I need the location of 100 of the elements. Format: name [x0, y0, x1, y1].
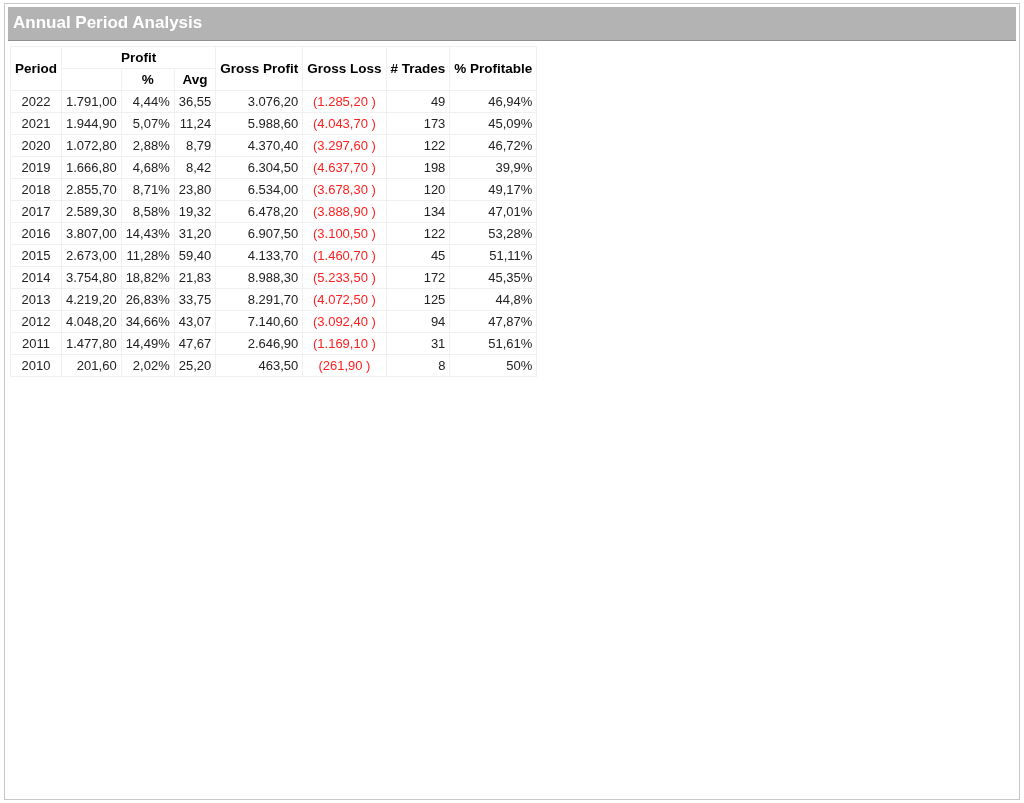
table-cell: 2018: [10, 178, 62, 201]
table-cell: 14,49%: [121, 332, 175, 355]
table-cell: 2.589,30: [61, 200, 122, 223]
table-cell: 31,20: [174, 222, 216, 245]
table-cell: 2014: [10, 266, 62, 289]
table-cell: 1.791,00: [61, 90, 122, 113]
table-cell: (1.285,20 ): [302, 90, 387, 113]
table-cell: 6.534,00: [215, 178, 303, 201]
table-cell: (5.233,50 ): [302, 266, 387, 289]
column-header: # Trades: [386, 46, 450, 91]
table-cell: 43,07: [174, 310, 216, 333]
table-cell: 2.673,00: [61, 244, 122, 267]
table-cell: 4.048,20: [61, 310, 122, 333]
table-cell: 8: [386, 354, 450, 377]
table-cell: 53,28%: [449, 222, 537, 245]
table-cell: 5.988,60: [215, 112, 303, 135]
table-cell: 8,58%: [121, 200, 175, 223]
table-cell: 46,94%: [449, 90, 537, 113]
table-cell: 8,42: [174, 156, 216, 179]
table-cell: 18,82%: [121, 266, 175, 289]
table-cell: 463,50: [215, 354, 303, 377]
table-cell: 122: [386, 134, 450, 157]
table-cell: 14,43%: [121, 222, 175, 245]
table-cell: 2.646,90: [215, 332, 303, 355]
table-cell: 47,87%: [449, 310, 537, 333]
table-cell: 11,28%: [121, 244, 175, 267]
table-cell: 46,72%: [449, 134, 537, 157]
table-cell: 172: [386, 266, 450, 289]
table-cell: 2012: [10, 310, 62, 333]
table-cell: 45: [386, 244, 450, 267]
table-cell: 173: [386, 112, 450, 135]
table-cell: 2017: [10, 200, 62, 223]
column-header: Gross Profit: [215, 46, 303, 91]
table-cell: 5,07%: [121, 112, 175, 135]
table-cell: 7.140,60: [215, 310, 303, 333]
table-cell: 198: [386, 156, 450, 179]
panel-title: Annual Period Analysis: [8, 7, 1016, 41]
column-header: %: [121, 68, 175, 91]
table-cell: (261,90 ): [302, 354, 387, 377]
table-cell: 33,75: [174, 288, 216, 311]
table-cell: 122: [386, 222, 450, 245]
table-cell: 134: [386, 200, 450, 223]
table-cell: 51,61%: [449, 332, 537, 355]
table-cell: 25,20: [174, 354, 216, 377]
table-cell: 8,79: [174, 134, 216, 157]
table-cell: (3.888,90 ): [302, 200, 387, 223]
table-cell: 201,60: [61, 354, 122, 377]
table-cell: 4,68%: [121, 156, 175, 179]
table-cell: 2,88%: [121, 134, 175, 157]
table-cell: 44,8%: [449, 288, 537, 311]
table-cell: 2.855,70: [61, 178, 122, 201]
table-cell: (4.072,50 ): [302, 288, 387, 311]
table-cell: 2022: [10, 90, 62, 113]
table-cell: 3.754,80: [61, 266, 122, 289]
table-cell: 2,02%: [121, 354, 175, 377]
table-cell: 31: [386, 332, 450, 355]
column-header: Period: [10, 46, 62, 91]
table-cell: 2020: [10, 134, 62, 157]
table-cell: 2013: [10, 288, 62, 311]
table-cell: 51,11%: [449, 244, 537, 267]
table-cell: 125: [386, 288, 450, 311]
table-cell: (4.043,70 ): [302, 112, 387, 135]
table-cell: 6.304,50: [215, 156, 303, 179]
table-cell: 120: [386, 178, 450, 201]
table-cell: 39,9%: [449, 156, 537, 179]
table-cell: 59,40: [174, 244, 216, 267]
table-cell: 2019: [10, 156, 62, 179]
table-cell: 2021: [10, 112, 62, 135]
table-cell: 3.807,00: [61, 222, 122, 245]
table-cell: 2011: [10, 332, 62, 355]
table-cell: 47,67: [174, 332, 216, 355]
column-header: Gross Loss: [302, 46, 387, 91]
table-cell: 4.219,20: [61, 288, 122, 311]
table-cell: 1.666,80: [61, 156, 122, 179]
table-cell: 23,80: [174, 178, 216, 201]
table-cell: 47,01%: [449, 200, 537, 223]
table-cell: 8,71%: [121, 178, 175, 201]
table-cell: 1.477,80: [61, 332, 122, 355]
table-cell: 34,66%: [121, 310, 175, 333]
table-cell: 6.907,50: [215, 222, 303, 245]
table-cell: 1.072,80: [61, 134, 122, 157]
table-cell: 45,09%: [449, 112, 537, 135]
column-header: % Profitable: [449, 46, 537, 91]
table-cell: (4.637,70 ): [302, 156, 387, 179]
table-cell: (1.169,10 ): [302, 332, 387, 355]
table-cell: 4.370,40: [215, 134, 303, 157]
table-cell: 19,32: [174, 200, 216, 223]
table-cell: (3.297,60 ): [302, 134, 387, 157]
table-cell: 2016: [10, 222, 62, 245]
table-cell: 49: [386, 90, 450, 113]
table-cell: 50%: [449, 354, 537, 377]
table-cell: (3.678,30 ): [302, 178, 387, 201]
table-cell: 45,35%: [449, 266, 537, 289]
table-cell: 1.944,90: [61, 112, 122, 135]
table-cell: 49,17%: [449, 178, 537, 201]
column-header: Profit: [61, 46, 216, 69]
table-cell: 2015: [10, 244, 62, 267]
table-cell: 11,24: [174, 112, 216, 135]
table-cell: 6.478,20: [215, 200, 303, 223]
table-cell: (3.092,40 ): [302, 310, 387, 333]
